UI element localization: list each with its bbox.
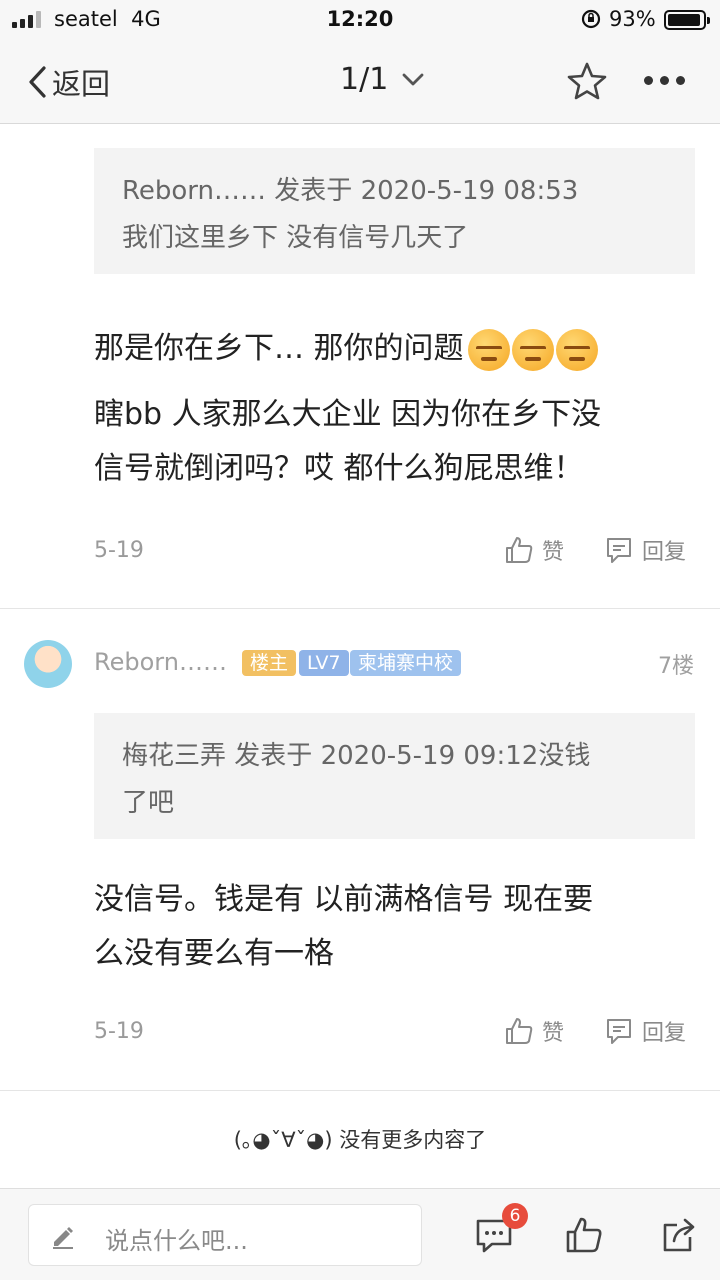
- grimace-emoji-icon: [555, 328, 598, 371]
- school-badge: 柬埔寨中校: [350, 650, 462, 676]
- quote-header: 梅花三弄 发表于 2020-5-19 09:12没钱: [122, 741, 591, 771]
- comment-icon: [607, 1019, 631, 1044]
- thumbs-up-icon: [506, 1018, 533, 1044]
- grimace-emoji-icon: [511, 328, 554, 371]
- avatar[interactable]: [24, 640, 72, 688]
- thumbs-up-icon: [506, 537, 533, 563]
- like-button[interactable]: 赞: [504, 534, 564, 566]
- grimace-emoji-icon: [467, 328, 510, 371]
- nav-bar: 返回 1/1: [0, 40, 720, 124]
- page-selector[interactable]: 1/1: [340, 62, 424, 97]
- post-body: 那是你在乡下… 那你的问题 瞎bb 人家那么大企业 因为你在乡下没 信号就倒闭吗…: [94, 322, 674, 496]
- share-icon[interactable]: [660, 1215, 700, 1255]
- more-icon[interactable]: [644, 76, 685, 85]
- owner-badge: 楼主: [242, 650, 297, 676]
- reply-button[interactable]: 回复: [604, 1015, 686, 1047]
- username[interactable]: Reborn……: [94, 648, 227, 676]
- post-date: 5-19: [94, 538, 144, 563]
- quote-block: 梅花三弄 发表于 2020-5-19 09:12没钱 了吧: [94, 713, 695, 839]
- end-of-content-note: (｡◕ˇ∀ˇ◕) 没有更多内容了: [233, 1128, 487, 1152]
- quote-text: 了吧: [122, 788, 175, 818]
- reply-button[interactable]: 回复: [604, 534, 686, 566]
- battery-icon: [664, 10, 710, 30]
- chevron-down-icon: [402, 73, 424, 85]
- comment-count-badge: 6: [502, 1203, 528, 1229]
- post-body: 没信号。钱是有 以前满格信号 现在要 么没有要么有一格: [94, 873, 674, 981]
- bottom-bar: 说点什么吧... 6: [0, 1188, 720, 1280]
- divider: [0, 1090, 720, 1091]
- quote-block: Reborn…… 发表于 2020-5-19 08:53 我们这里乡下 没有信号…: [94, 148, 695, 274]
- orientation-lock-icon: [581, 9, 601, 29]
- battery-percent: 93%: [609, 7, 656, 31]
- post-date: 5-19: [94, 1019, 144, 1044]
- floor-number: 7楼: [658, 654, 694, 679]
- chevron-left-icon: [29, 66, 46, 98]
- status-bar: seatel 4G 12:20 93%: [0, 0, 720, 40]
- page-indicator: 1/1: [340, 62, 389, 97]
- post-body-line: 么没有要么有一格: [94, 936, 334, 971]
- star-icon[interactable]: [566, 60, 608, 102]
- post-meta: 5-19 赞 回复: [94, 534, 695, 570]
- post-body-line: 那是你在乡下… 那你的问题: [94, 322, 674, 376]
- comment-icon: [607, 538, 631, 563]
- like-button[interactable]: 赞: [504, 1015, 564, 1047]
- post-meta: 5-19 赞 回复: [94, 1015, 695, 1051]
- post-body-line: 没信号。钱是有 以前满格信号 现在要: [94, 882, 594, 917]
- comment-placeholder: 说点什么吧...: [105, 1227, 248, 1255]
- post-body-line: 瞎bb 人家那么大企业 因为你在乡下没: [94, 397, 602, 432]
- comment-input[interactable]: 说点什么吧...: [28, 1204, 422, 1266]
- pencil-icon: [53, 1227, 73, 1249]
- back-button[interactable]: 返回: [26, 60, 110, 104]
- quote-text: 我们这里乡下 没有信号几天了: [122, 223, 469, 253]
- back-label: 返回: [52, 67, 111, 101]
- thumbs-up-icon[interactable]: [564, 1215, 604, 1255]
- quote-header: Reborn…… 发表于 2020-5-19 08:53: [122, 176, 579, 206]
- divider: [0, 608, 720, 609]
- post-body-line: 信号就倒闭吗？哎 都什么狗屁思维！: [94, 451, 584, 486]
- level-badge: LV7: [299, 650, 349, 676]
- emoji-group: [467, 328, 598, 371]
